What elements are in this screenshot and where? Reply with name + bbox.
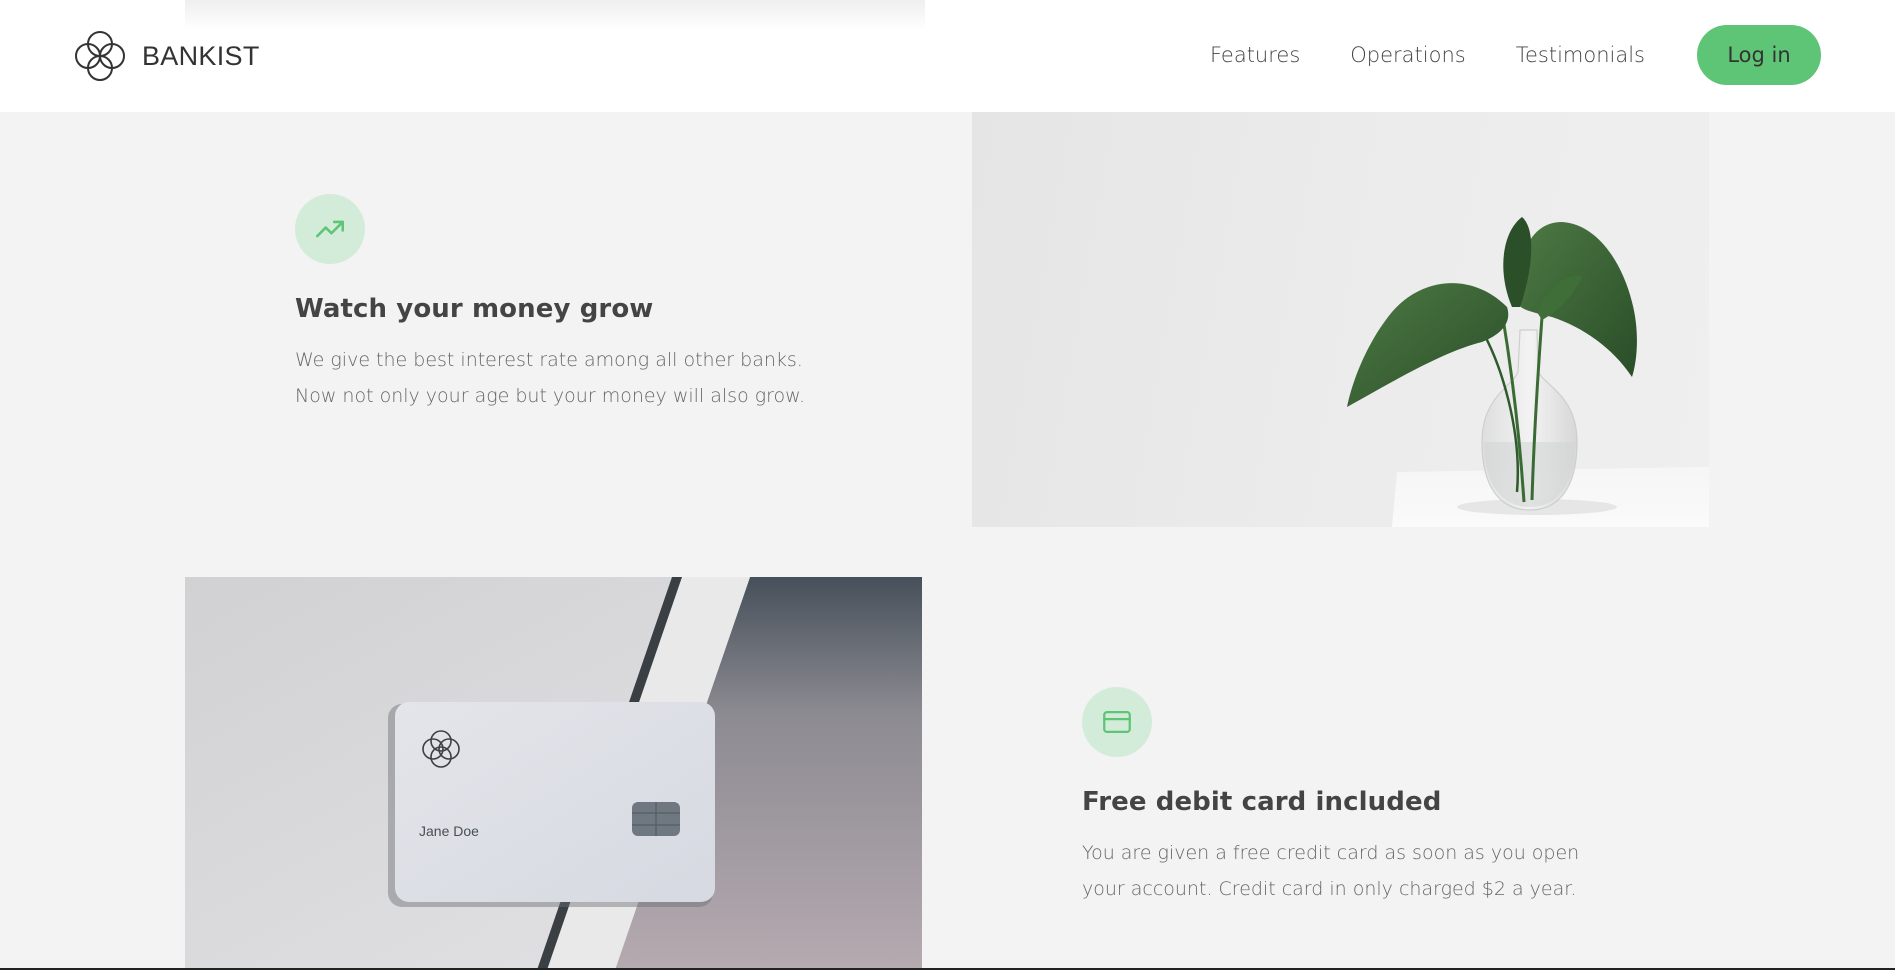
feature-money-grow: Watch your money grow We give the best i… <box>295 194 855 414</box>
feature-debit-card: Free debit card included You are given a… <box>1082 687 1642 907</box>
brand-logo[interactable]: BANKIST <box>70 26 260 86</box>
brand-name: BANKIST <box>142 40 260 71</box>
feature-description-line: You are given a free credit card as soon… <box>1082 842 1580 864</box>
feature-description: We give the best interest rate among all… <box>295 342 815 414</box>
plant-vase-image <box>972 112 1709 527</box>
feature-description-line: Now not only your age but your money wil… <box>295 385 805 407</box>
login-button[interactable]: Log in <box>1697 25 1821 85</box>
feature-description-line: your account. Credit card in only charge… <box>1082 878 1577 900</box>
bankist-logo-icon <box>75 31 125 81</box>
nav-background-fade <box>185 0 925 30</box>
nav-link-features[interactable]: Features <box>1210 43 1300 67</box>
nav-link-testimonials[interactable]: Testimonials <box>1516 43 1645 67</box>
feature-title: Free debit card included <box>1082 787 1442 817</box>
card-holder-name: Jane Doe <box>419 823 479 839</box>
feature-icon-circle <box>295 194 365 264</box>
feature-description-line: We give the best interest rate among all… <box>295 349 803 371</box>
feature-icon-circle <box>1082 687 1152 757</box>
top-nav: BANKIST Features Operations Testimonials… <box>0 0 1895 112</box>
debit-card-illustration <box>185 577 922 970</box>
plant-vase-illustration <box>1347 217 1709 527</box>
nav-link-operations[interactable]: Operations <box>1350 43 1465 67</box>
feature-title: Watch your money grow <box>295 294 654 324</box>
credit-card-icon <box>1103 710 1131 734</box>
trending-up-icon <box>315 220 345 238</box>
debit-card-image: Jane Doe <box>185 577 922 970</box>
nav-links: Features Operations Testimonials Log in <box>1210 25 1821 85</box>
feature-description: You are given a free credit card as soon… <box>1082 835 1602 907</box>
